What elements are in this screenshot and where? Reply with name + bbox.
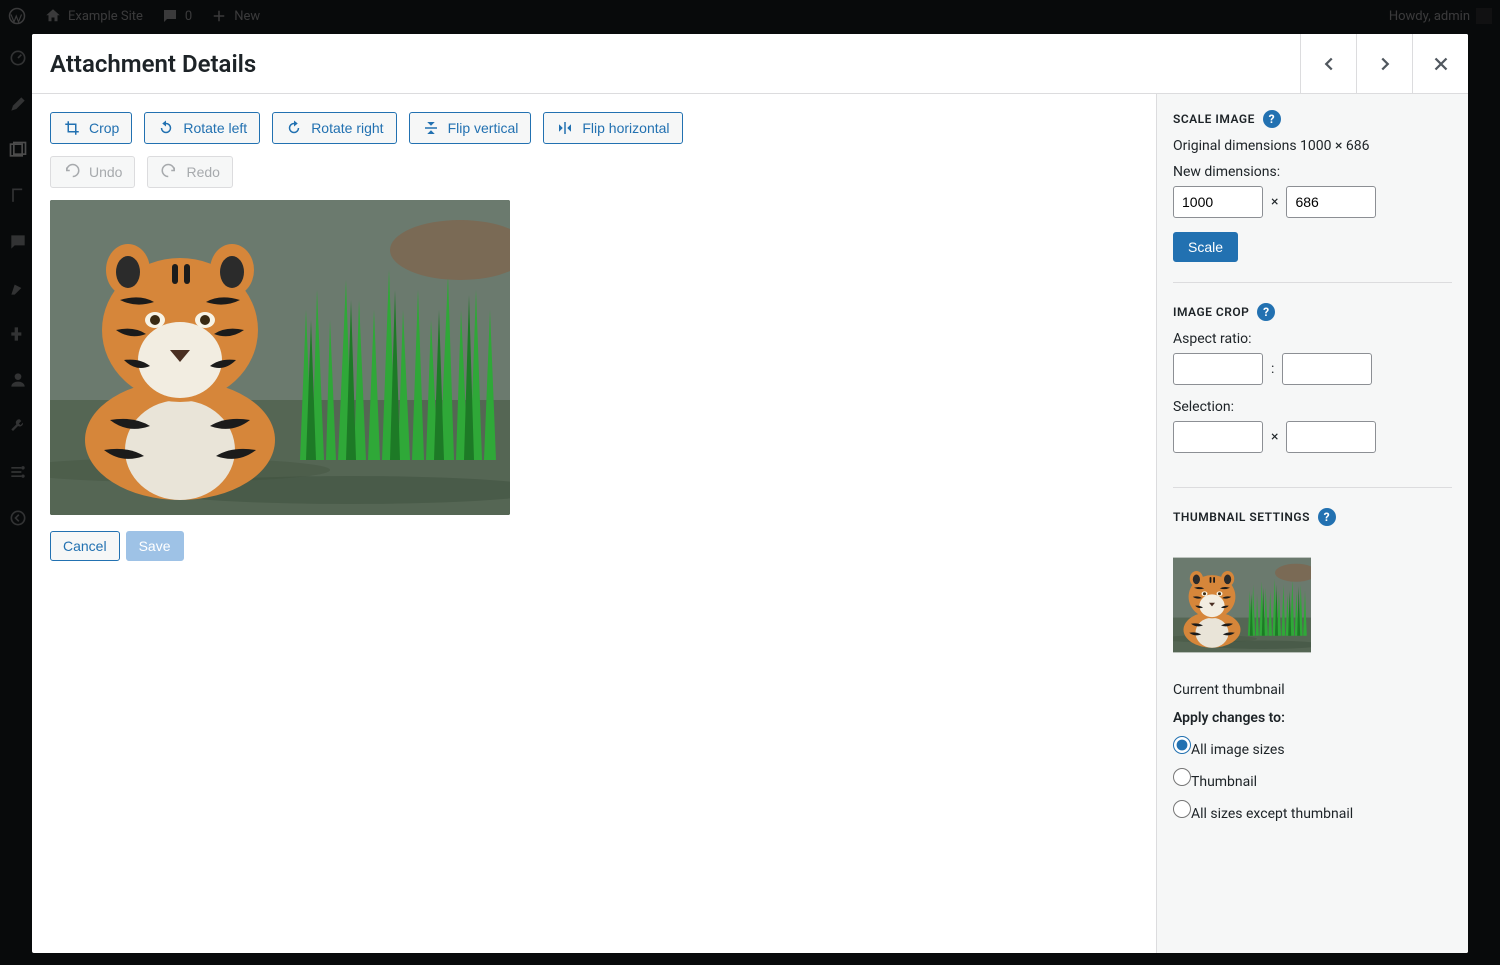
radio-except-label: All sizes except thumbnail: [1191, 806, 1353, 822]
radio-all-label: All image sizes: [1191, 742, 1285, 758]
help-icon[interactable]: ?: [1257, 303, 1275, 321]
crop-button[interactable]: Crop: [50, 112, 132, 144]
crop-heading: IMAGE CROP: [1173, 305, 1249, 319]
rotate-right-button[interactable]: Rotate right: [272, 112, 396, 144]
thumbnail-section: THUMBNAIL SETTINGS? Current thumbnail Ap…: [1173, 508, 1452, 848]
selection-label: Selection:: [1173, 399, 1452, 415]
save-label: Save: [139, 538, 171, 554]
radio-thumb-label: Thumbnail: [1191, 774, 1257, 790]
flip-vertical-label: Flip vertical: [448, 120, 519, 136]
apply-changes-label: Apply changes to:: [1173, 710, 1285, 726]
radio-thumbnail[interactable]: [1173, 768, 1191, 786]
current-thumbnail-label: Current thumbnail: [1173, 682, 1285, 698]
image-editor: Crop Rotate left Rotate right Flip verti…: [32, 94, 1156, 953]
attachment-details-modal: Attachment Details Crop Rotate left Rota…: [32, 34, 1468, 953]
prev-button[interactable]: [1300, 34, 1356, 93]
modal-title: Attachment Details: [50, 50, 256, 78]
cancel-button[interactable]: Cancel: [50, 531, 120, 561]
aspect-width-input[interactable]: [1173, 353, 1263, 385]
redo-label: Redo: [186, 164, 219, 180]
redo-button: Redo: [147, 156, 232, 188]
image-canvas[interactable]: [50, 200, 510, 515]
settings-panel: SCALE IMAGE? Original dimensions 1000 × …: [1156, 94, 1468, 953]
scale-section: SCALE IMAGE? Original dimensions 1000 × …: [1173, 110, 1452, 283]
modal-header: Attachment Details: [32, 34, 1468, 94]
crop-section: IMAGE CROP? Aspect ratio: : Selection: ×: [1173, 303, 1452, 488]
crop-label: Crop: [89, 120, 119, 136]
radio-except-thumbnail[interactable]: [1173, 800, 1191, 818]
scale-heading: SCALE IMAGE: [1173, 112, 1255, 126]
scale-button-label: Scale: [1188, 239, 1223, 255]
thumbnail-heading: THUMBNAIL SETTINGS: [1173, 510, 1310, 524]
save-button: Save: [126, 531, 184, 561]
radio-all-sizes[interactable]: [1173, 736, 1191, 754]
scale-height-input[interactable]: [1286, 186, 1376, 218]
flip-vertical-button[interactable]: Flip vertical: [409, 112, 532, 144]
scale-button[interactable]: Scale: [1173, 232, 1238, 262]
help-icon[interactable]: ?: [1263, 110, 1281, 128]
rotate-left-label: Rotate left: [183, 120, 247, 136]
close-button[interactable]: [1412, 34, 1468, 93]
cancel-label: Cancel: [63, 538, 107, 554]
times-symbol: ×: [1271, 194, 1278, 210]
flip-horizontal-button[interactable]: Flip horizontal: [543, 112, 682, 144]
aspect-ratio-label: Aspect ratio:: [1173, 331, 1452, 347]
selection-width-input[interactable]: [1173, 421, 1263, 453]
colon-symbol: :: [1271, 361, 1274, 377]
selection-height-input[interactable]: [1286, 421, 1376, 453]
times-symbol: ×: [1271, 429, 1278, 445]
help-icon[interactable]: ?: [1318, 508, 1336, 526]
aspect-height-input[interactable]: [1282, 353, 1372, 385]
undo-label: Undo: [89, 164, 122, 180]
undo-button: Undo: [50, 156, 135, 188]
new-dimensions-label: New dimensions:: [1173, 164, 1452, 180]
next-button[interactable]: [1356, 34, 1412, 93]
flip-horizontal-label: Flip horizontal: [582, 120, 669, 136]
rotate-right-label: Rotate right: [311, 120, 383, 136]
rotate-left-button[interactable]: Rotate left: [144, 112, 260, 144]
scale-width-input[interactable]: [1173, 186, 1263, 218]
original-dimensions: Original dimensions 1000 × 686: [1173, 138, 1370, 154]
current-thumbnail: [1173, 536, 1311, 674]
